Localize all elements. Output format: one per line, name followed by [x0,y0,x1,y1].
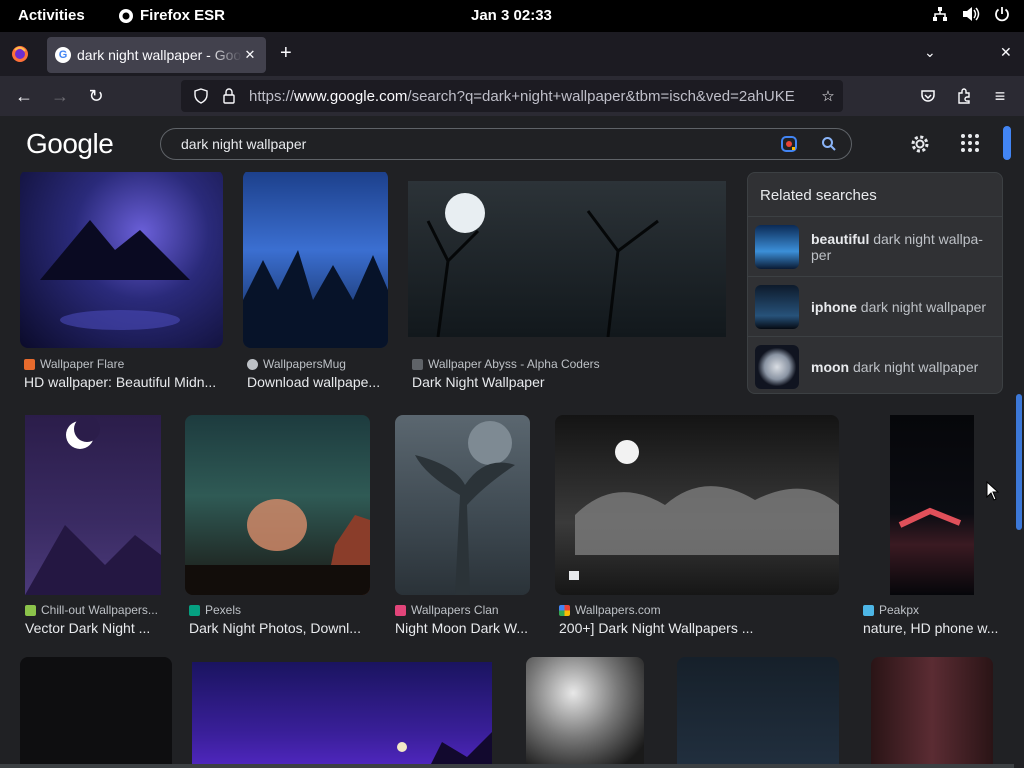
result-source[interactable]: Chill-out Wallpapers... [25,603,158,617]
result-caption[interactable]: Night Moon Dark W... [395,620,535,636]
app-menu[interactable]: Firefox ESR [118,7,225,24]
reload-button[interactable]: ↻ [84,84,108,108]
list-all-tabs-icon[interactable]: ⌄ [924,44,936,61]
site-favicon-icon [24,358,35,370]
result-source[interactable]: WallpapersMug [247,357,346,371]
result-source[interactable]: Wallpapers.com [559,603,661,617]
volume-icon [963,7,980,21]
result-source[interactable]: Wallpaper Abyss - Alpha Coders [412,357,600,371]
app-name: Firefox ESR [140,7,226,24]
account-avatar[interactable] [1003,126,1011,160]
related-thumbnail [755,284,799,329]
url-text[interactable]: https://www.google.com/search?q=dark+nig… [249,88,813,105]
result-caption[interactable]: Vector Dark Night ... [25,620,165,636]
mouse-cursor-icon [986,481,1000,501]
related-search-item[interactable]: beautiful dark night wallpa-per [748,216,1002,276]
forward-button[interactable]: → [48,84,72,108]
scrollbar-thumb[interactable] [1016,394,1022,530]
site-favicon-icon [395,604,406,616]
result-image[interactable] [408,181,726,337]
settings-gear-icon[interactable] [908,132,932,156]
back-button[interactable]: ← [12,84,36,108]
related-thumbnail [755,344,799,389]
url-bar[interactable]: https://www.google.com/search?q=dark+nig… [181,80,843,112]
result-image[interactable] [395,415,530,595]
google-favicon-icon: G [55,47,71,63]
google-lens-icon[interactable] [771,135,807,153]
result-image[interactable] [20,172,223,348]
related-search-item[interactable]: moon dark night wallpaper [748,336,1002,396]
navigation-toolbar: ← → ↻ https://www.google.com/search?q=da… [0,76,1024,116]
page-scrollbar[interactable] [1014,172,1024,768]
site-favicon-icon [25,604,36,616]
bookmark-star-icon[interactable]: ☆ [813,87,843,105]
site-favicon-icon [412,358,423,370]
result-image[interactable] [192,662,492,768]
result-image[interactable] [25,415,161,595]
result-caption[interactable]: HD wallpaper: Beautiful Midn... [24,374,224,390]
menu-hamburger-icon[interactable]: ≡ [988,84,1012,108]
tab-close-icon[interactable]: ✕ [242,47,258,63]
lock-icon[interactable] [215,88,243,104]
firefox-icon [119,8,133,23]
related-searches-heading: Related searches [760,187,877,204]
system-top-bar: Activities Firefox ESR Jan 3 02:33 [0,0,1024,32]
result-image[interactable] [555,415,839,595]
result-source[interactable]: Wallpaper Flare [24,357,124,371]
tab-title: dark night wallpaper - Google Search [77,47,242,63]
network-icon [933,7,947,21]
result-source[interactable]: Peakpx [863,603,919,617]
clock[interactable]: Jan 3 02:33 [471,7,552,24]
related-search-item[interactable]: iphone dark night wallpaper [748,276,1002,336]
google-apps-icon[interactable] [960,133,980,153]
result-caption[interactable]: nature, HD phone w... [863,620,1003,636]
related-thumbnail [755,224,799,269]
site-favicon-icon [863,604,874,616]
extensions-icon[interactable] [952,84,976,108]
result-caption[interactable]: Dark Night Photos, Downl... [189,620,369,636]
site-favicon-icon [559,604,570,616]
window-close-icon[interactable]: ✕ [1000,44,1012,61]
horizontal-scrollbar[interactable] [0,764,1014,768]
result-image[interactable] [243,172,388,348]
tracking-protection-icon[interactable] [187,88,215,104]
result-caption[interactable]: 200+] Dark Night Wallpapers ... [559,620,839,636]
result-image[interactable] [677,657,839,768]
result-image[interactable] [20,657,172,768]
site-favicon-icon [247,358,258,370]
result-image[interactable] [526,657,644,768]
google-logo[interactable]: Google [26,128,114,160]
search-query[interactable]: dark night wallpaper [181,136,771,152]
google-header: Google dark night wallpaper [0,116,1024,172]
related-searches-panel: Related searches beautiful dark night wa… [747,172,1003,394]
system-tray[interactable] [932,6,1010,22]
result-image[interactable] [185,415,370,595]
result-source[interactable]: Pexels [189,603,241,617]
tab-google-search[interactable]: G dark night wallpaper - Google Search ✕ [47,37,266,73]
firefox-view-icon[interactable] [11,45,29,63]
related-search-label: beautiful dark night wallpa-per [811,230,983,263]
pocket-icon[interactable] [916,84,940,108]
result-caption[interactable]: Download wallpape... [247,374,387,390]
site-favicon-icon [189,604,200,616]
activities-button[interactable]: Activities [18,7,85,24]
result-image[interactable] [871,657,993,768]
image-results: Wallpaper Flare HD wallpaper: Beautiful … [0,172,1014,768]
related-search-label: iphone dark night wallpaper [811,298,987,315]
result-source[interactable]: Wallpapers Clan [395,603,499,617]
result-caption[interactable]: Dark Night Wallpaper [412,374,732,390]
result-image[interactable] [890,415,974,595]
search-icon[interactable] [807,136,851,152]
related-search-label: moon dark night wallpaper [811,358,979,375]
search-input[interactable]: dark night wallpaper [160,128,852,160]
power-icon [995,7,1009,22]
new-tab-button[interactable]: + [280,42,292,65]
